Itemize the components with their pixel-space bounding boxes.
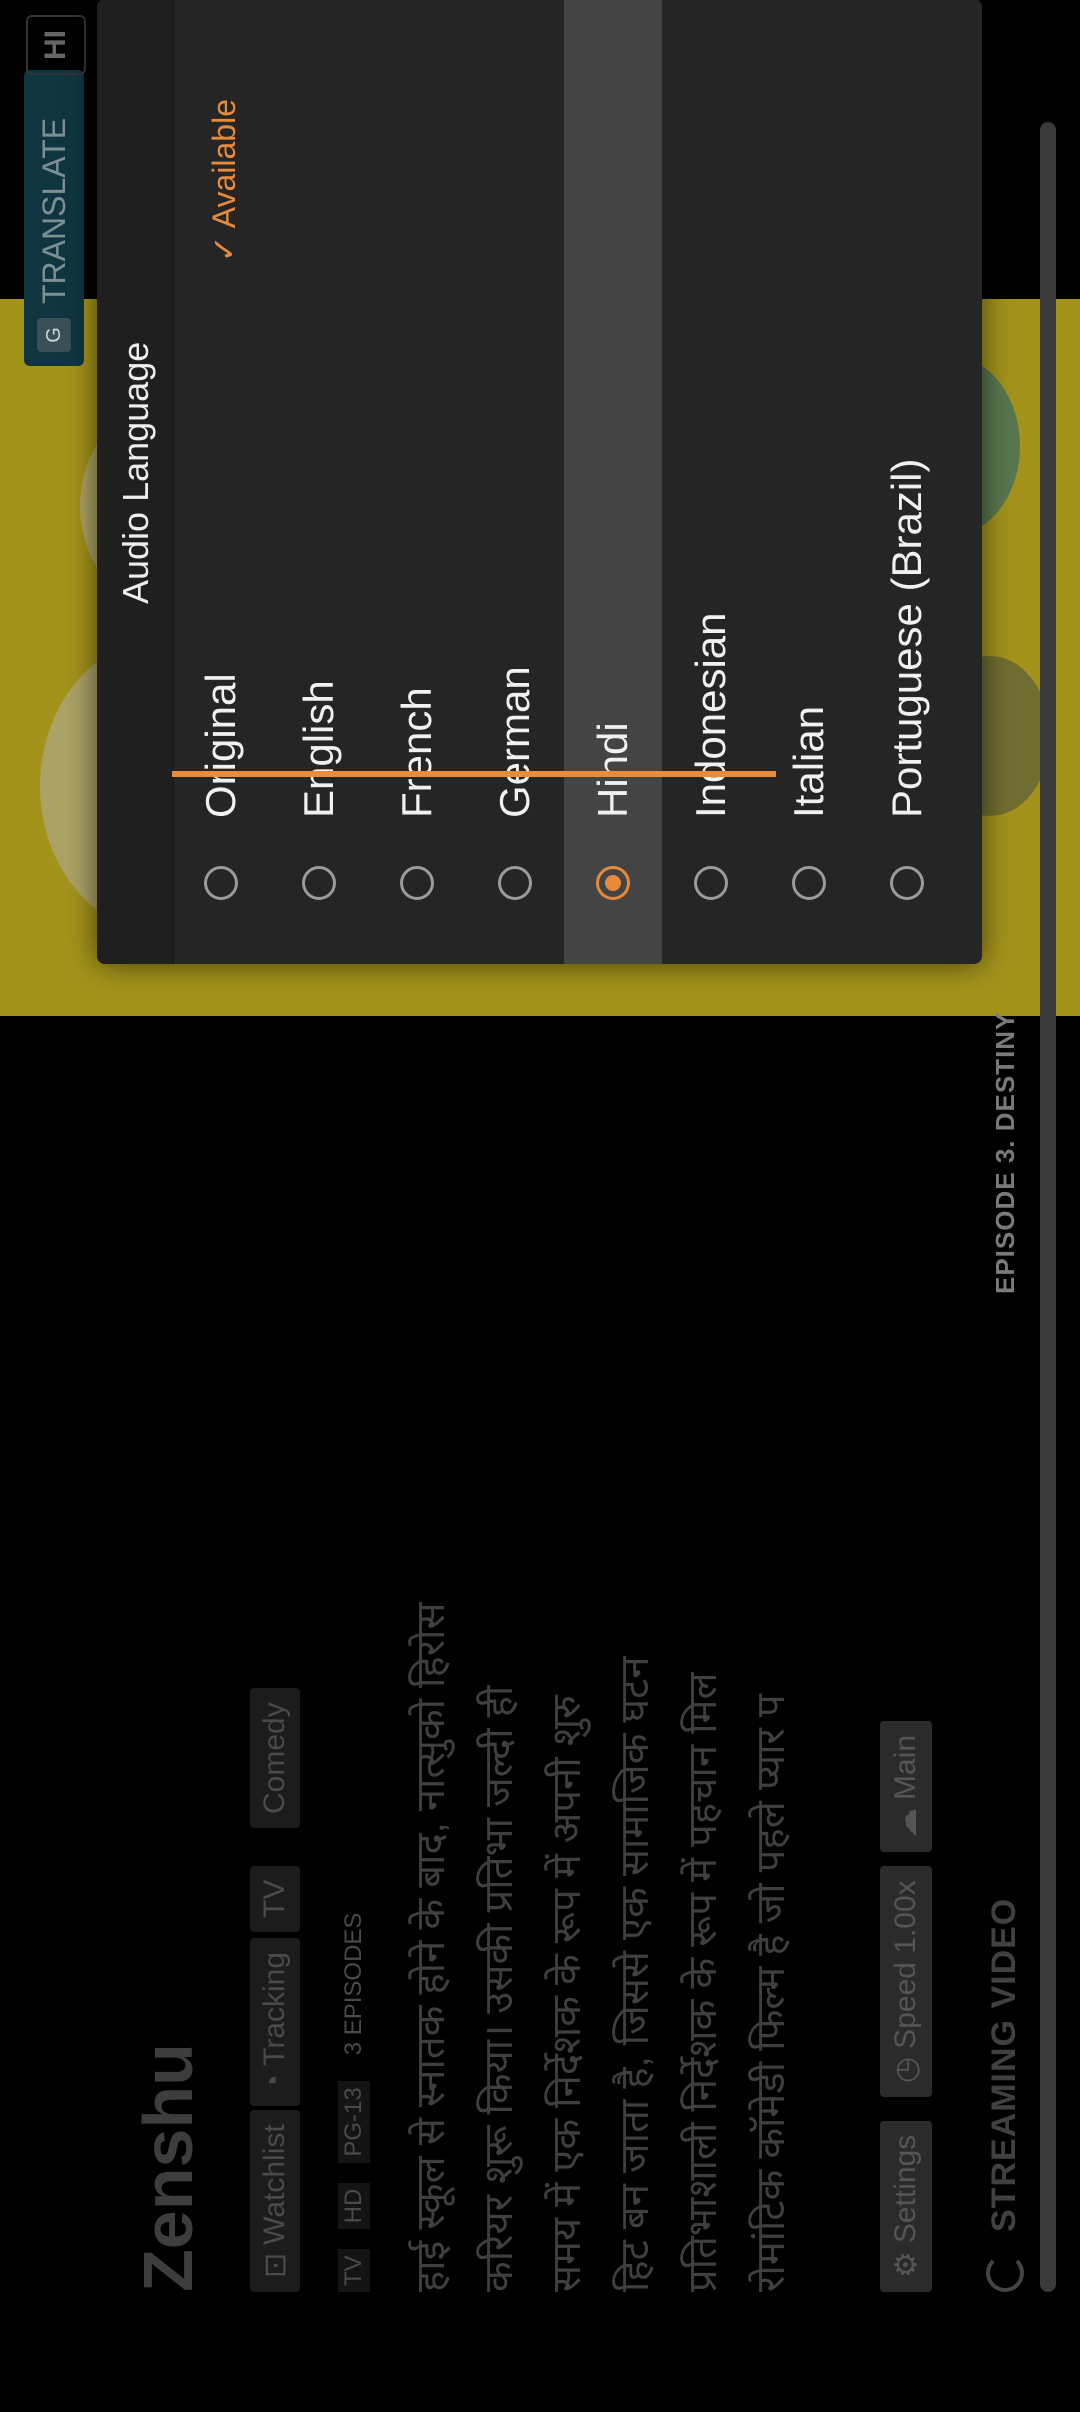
radio-icon[interactable] xyxy=(400,866,434,900)
description-line: हाई स्कूल से स्नातक होने के बाद, नात्सुक… xyxy=(409,1602,453,2293)
streaming-status: STREAMING VIDEO xyxy=(985,1898,1024,2292)
streaming-label: STREAMING VIDEO xyxy=(985,1897,1023,2232)
description-line: हिट बन जाता है, जिससे एक सामाजिक घटन xyxy=(613,1656,657,2292)
language-option-portuguese-brazil[interactable]: Portuguese (Brazil) xyxy=(858,0,956,964)
language-option-label: Portuguese (Brazil) xyxy=(883,458,930,818)
description-line: समय में एक निर्देशक के रूप में अपनी शुरु xyxy=(545,1695,589,2292)
meta-quality: HD xyxy=(338,2182,370,2230)
speed-icon: ◷ xyxy=(889,2056,923,2083)
language-option-french[interactable]: French xyxy=(368,0,466,964)
language-badge[interactable]: HI xyxy=(26,15,86,75)
radio-icon[interactable] xyxy=(302,866,336,900)
language-option-label: Original xyxy=(197,673,244,818)
tag-tv-label: TV xyxy=(258,1879,291,1918)
description-line: करियर शुरू किया। उसकी प्रतिभा जल्दी ही xyxy=(477,1685,521,2292)
tag-tv[interactable]: TV xyxy=(250,1865,300,1932)
tag-comedy[interactable]: Comedy xyxy=(250,1688,300,1828)
settings-label: Settings xyxy=(889,2134,922,2244)
radio-icon[interactable] xyxy=(792,866,826,900)
meta-episodes: 3 EPISODES xyxy=(340,1912,367,2056)
gear-icon: ⚙ xyxy=(889,2251,923,2278)
language-option-label: English xyxy=(295,680,342,818)
description: हाई स्कूल से स्नातक होने के बाद, नात्सुक… xyxy=(400,992,808,2293)
screen: EPISODE 3. DESTINY G TRANSLATE HI Zenshu… xyxy=(0,0,1080,2412)
description-line: रोमांटिक कॉमेडी फिल्म है जो पहले प्यार प xyxy=(749,1694,793,2292)
language-option-german[interactable]: German xyxy=(466,0,564,964)
tracking-label: Tracking xyxy=(258,1951,291,2066)
loading-spinner-icon xyxy=(985,2254,1024,2292)
tracking-icon: ◔ xyxy=(258,2073,291,2092)
dialog-header: Audio Language xyxy=(97,0,174,964)
meta-type: TV xyxy=(338,2249,370,2292)
scrollbar[interactable] xyxy=(1040,122,1056,2292)
dialog-accent-bar xyxy=(172,771,776,777)
translate-label: TRANSLATE xyxy=(35,117,72,304)
tag-comedy-label: Comedy xyxy=(258,1702,291,1814)
language-option-label: French xyxy=(393,687,440,818)
main-button[interactable]: ☁ Main xyxy=(880,1720,932,1852)
speed-button[interactable]: ◷ Speed 1.00x xyxy=(880,1866,932,2097)
description-line: प्रतिभाशाली निर्देशक के रूप में पहचान मि… xyxy=(681,1672,725,2292)
radio-selected-icon[interactable] xyxy=(596,866,630,900)
language-option-label: German xyxy=(491,666,538,818)
meta-rating: PG-13 xyxy=(338,2081,370,2163)
tracking-button[interactable]: ◔ Tracking xyxy=(250,1937,300,2106)
language-options: Original English French German Hindi Ind… xyxy=(172,0,982,964)
radio-icon[interactable] xyxy=(204,866,238,900)
language-option-hindi[interactable]: Hindi xyxy=(564,0,662,964)
page-title: Zenshu xyxy=(129,2043,207,2292)
translate-button[interactable]: G TRANSLATE xyxy=(24,70,84,366)
available-indicator: ✓ Available xyxy=(206,99,242,263)
metadata-row: TV HD PG-13 3 EPISODES xyxy=(338,1907,370,2292)
settings-button[interactable]: ⚙ Settings xyxy=(880,2120,932,2292)
cloud-icon: ☁ xyxy=(889,1808,923,1838)
main-label: Main xyxy=(889,1734,922,1800)
radio-icon[interactable] xyxy=(890,866,924,900)
watchlist-label: Watchlist xyxy=(258,2124,291,2245)
google-translate-icon: G xyxy=(37,318,71,352)
watchlist-button[interactable]: ⊡ Watchlist xyxy=(250,2110,300,2292)
speed-label: Speed 1.00x xyxy=(889,1880,922,2049)
radio-icon[interactable] xyxy=(694,866,728,900)
bookmark-icon: ⊡ xyxy=(258,2252,292,2278)
language-option-indonesian[interactable]: Indonesian xyxy=(662,0,760,964)
language-option-label: Indonesian xyxy=(687,612,734,818)
audio-language-dialog: Audio Language Original English French G… xyxy=(97,0,982,964)
episode-label: EPISODE 3. DESTINY xyxy=(990,1011,1020,1294)
radio-icon[interactable] xyxy=(498,866,532,900)
dialog-title: Audio Language xyxy=(115,341,156,604)
language-option-label: Italian xyxy=(785,705,832,818)
language-option-italian[interactable]: Italian xyxy=(760,0,858,964)
language-option-english[interactable]: English xyxy=(270,0,368,964)
